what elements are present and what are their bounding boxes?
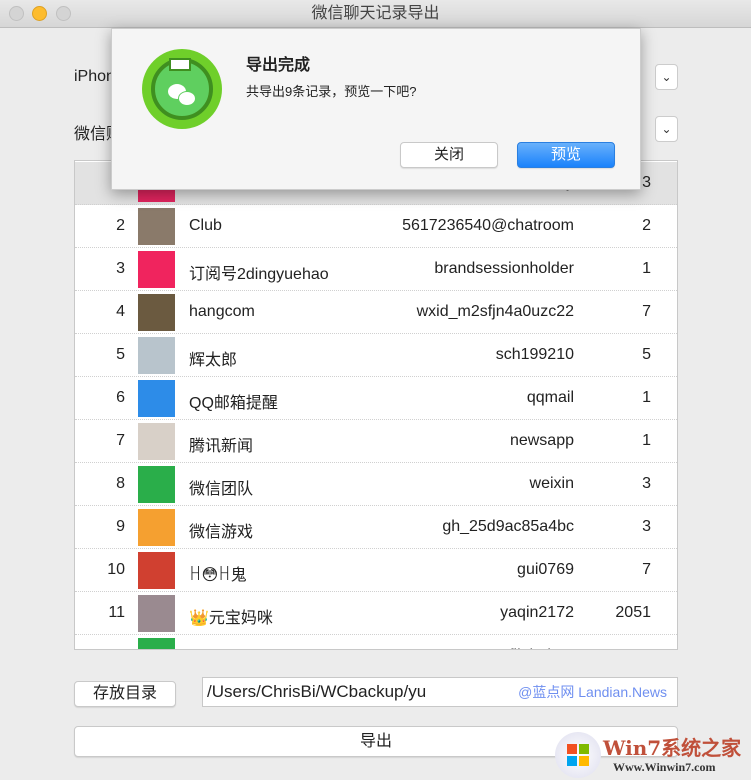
wechat-account-select[interactable]: ⌄ xyxy=(655,116,678,142)
table-row[interactable]: 11 👑元宝妈咪 yaqin2172 2051 xyxy=(75,592,677,635)
path-value: /Users/ChrisBi/WCbackup/yu xyxy=(207,682,427,701)
contact-name: 微信团队 xyxy=(189,481,254,498)
wechat-id: newsapp xyxy=(509,432,574,449)
contact-name: 辉太郎 xyxy=(189,352,238,369)
message-count: 7 xyxy=(642,303,651,320)
contact-name: 👑元宝妈咪 xyxy=(189,610,273,627)
wechat-id: gh_25d9ac85a4bc xyxy=(442,518,574,535)
table-row[interactable]: 4 hangcom wxid_m2sfjn4a0uzc22 7 xyxy=(75,291,677,334)
wechat-id: yaqin2172 xyxy=(500,604,574,621)
avatar xyxy=(138,251,175,288)
storage-directory-button[interactable]: 存放目录 xyxy=(74,681,176,707)
dialog-message: 共导出9条记录，预览一下吧? xyxy=(246,84,417,99)
message-count: 5 xyxy=(642,346,651,363)
table-row[interactable]: 9 微信游戏 gh_25d9ac85a4bc 3 xyxy=(75,506,677,549)
contact-name: ꀿ😳ꀿ鬼 xyxy=(189,567,247,584)
table-row[interactable]: 5 辉太郎 sch199210 5 xyxy=(75,334,677,377)
zoom-window-button[interactable] xyxy=(56,6,71,21)
close-button[interactable]: 关闭 xyxy=(400,142,498,168)
message-count: 7 xyxy=(642,561,651,578)
avatar xyxy=(138,552,175,589)
avatar xyxy=(138,423,175,460)
wechat-id: sch199210 xyxy=(495,346,574,363)
table-row[interactable]: 12 filehelper 1 xyxy=(75,635,677,649)
message-count: 1 xyxy=(642,432,651,449)
contact-name: Club xyxy=(189,217,222,234)
win7-url: Www.Winwin7.com xyxy=(613,760,716,774)
wechat-id: 5617236540@chatroom xyxy=(402,217,574,234)
row-number: 7 xyxy=(116,432,125,449)
wechat-id: qqmail xyxy=(526,389,574,406)
row-number: 6 xyxy=(116,389,125,406)
message-count: 1 xyxy=(642,260,651,277)
message-count: 3 xyxy=(642,518,651,535)
preview-button[interactable]: 预览 xyxy=(517,142,615,168)
close-window-button[interactable] xyxy=(9,6,24,21)
wechat-id: brandsessionholder xyxy=(434,260,574,277)
contact-name: 微信游戏 xyxy=(189,524,254,541)
windows-logo-icon xyxy=(555,732,601,778)
contact-name: QQ邮箱提醒 xyxy=(189,395,278,412)
chevron-down-icon: ⌄ xyxy=(661,122,672,136)
export-complete-dialog: 导出完成 共导出9条记录，预览一下吧? 关闭 预览 xyxy=(111,28,641,190)
wechat-backup-icon xyxy=(142,49,222,129)
message-count: 3 xyxy=(642,174,651,191)
table-row[interactable]: 7 腾讯新闻 newsapp 1 xyxy=(75,420,677,463)
row-number: 8 xyxy=(116,475,125,492)
contact-name: 腾讯新闻 xyxy=(189,438,254,455)
message-count: 2051 xyxy=(615,604,651,621)
avatar xyxy=(138,466,175,503)
row-number: 9 xyxy=(116,518,125,535)
contact-name: hangcom xyxy=(189,303,255,320)
avatar xyxy=(138,337,175,374)
wechat-id: filehelper xyxy=(509,647,574,649)
table-row[interactable]: 10 ꀿ😳ꀿ鬼 gui0769 7 xyxy=(75,549,677,592)
win7-watermark: Win7系统之家 Www.Winwin7.com xyxy=(555,730,751,780)
row-number: 11 xyxy=(108,604,125,621)
table-row[interactable]: 3 订阅号2dingyuehao brandsessionholder 1 xyxy=(75,248,677,291)
wechat-id: weixin xyxy=(529,475,574,492)
contact-name: 订阅号2dingyuehao xyxy=(189,266,329,283)
row-number: 10 xyxy=(107,561,125,578)
row-number: 12 xyxy=(107,647,125,649)
message-count: 1 xyxy=(642,647,651,649)
row-number: 4 xyxy=(116,303,125,320)
win7-title: Win7系统之家 xyxy=(603,736,742,760)
minimize-window-button[interactable] xyxy=(32,6,47,21)
avatar xyxy=(138,380,175,417)
title-bar: 微信聊天记录导出 xyxy=(0,0,751,28)
dialog-title: 导出完成 xyxy=(246,57,311,74)
landian-watermark: @蓝点网 Landian.News xyxy=(518,684,667,700)
message-count: 2 xyxy=(642,217,651,234)
table-row[interactable]: 6 QQ邮箱提醒 qqmail 1 xyxy=(75,377,677,420)
iphone-select[interactable]: ⌄ xyxy=(655,64,678,90)
message-count: 3 xyxy=(642,475,651,492)
avatar xyxy=(138,208,175,245)
message-count: 1 xyxy=(642,389,651,406)
path-input[interactable]: /Users/ChrisBi/WCbackup/yu @蓝点网 Landian.… xyxy=(202,677,678,707)
avatar xyxy=(138,595,175,632)
table-row[interactable]: 8 微信团队 weixin 3 xyxy=(75,463,677,506)
table-row[interactable]: 2 Club 5617236540@chatroom 2 xyxy=(75,205,677,248)
chevron-down-icon: ⌄ xyxy=(661,70,672,84)
avatar xyxy=(138,294,175,331)
wechat-id: wxid_m2sfjn4a0uzc22 xyxy=(416,303,574,320)
avatar xyxy=(138,509,175,546)
row-number: 5 xyxy=(116,346,125,363)
row-number: 3 xyxy=(116,260,125,277)
wechat-id: gui0769 xyxy=(517,561,574,578)
chat-table[interactable]: 1 y 32 Club 5617236540@chatroom 23 订阅号2d… xyxy=(74,160,678,650)
window-title: 微信聊天记录导出 xyxy=(311,5,440,22)
avatar xyxy=(138,638,175,649)
row-number: 2 xyxy=(116,217,125,234)
